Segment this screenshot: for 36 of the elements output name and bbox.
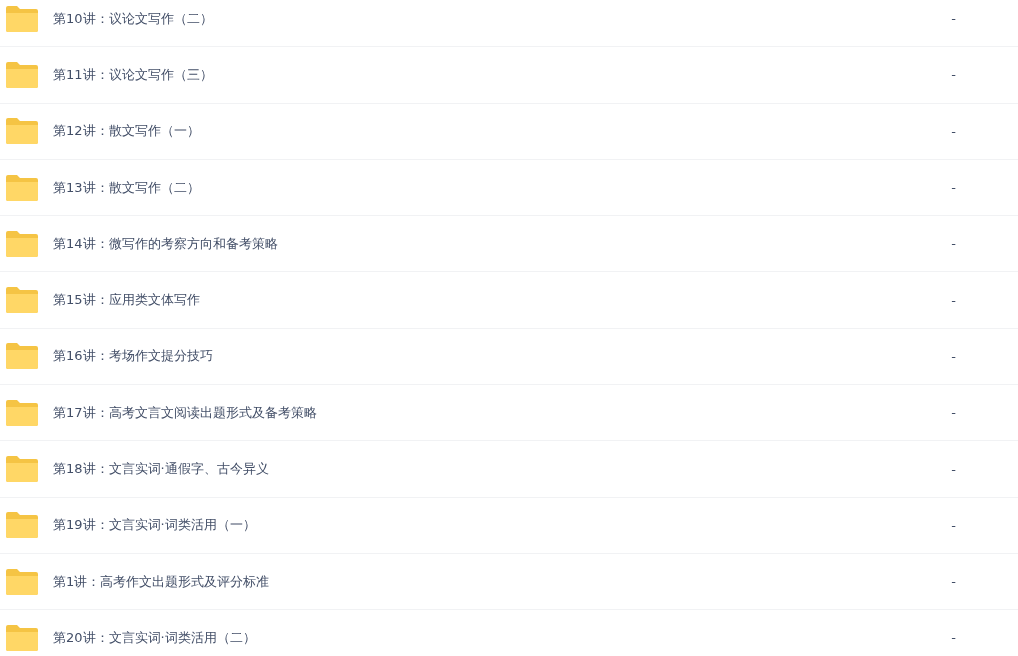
folder-icon [6,61,38,88]
folder-name[interactable]: 第13讲：散文写作（二） [53,178,200,197]
folder-icon [6,287,38,314]
folder-icon [6,5,38,32]
file-size: - [951,180,956,196]
folder-icon [6,174,38,201]
folder-icon [6,456,38,482]
folder-name[interactable]: 第11讲：议论文写作（三） [53,65,213,84]
file-size: - [951,11,956,27]
folder-icon [6,399,38,426]
file-size: - [951,236,956,252]
folder-name[interactable]: 第16讲：考场作文提分技巧 [53,347,213,366]
file-size: - [951,123,956,139]
folder-icon [6,230,38,257]
file-size: - [951,292,956,308]
file-size: - [951,574,956,590]
folder-name[interactable]: 第1讲：高考作文出题形式及评分标准 [53,572,270,591]
folder-icon [6,512,38,539]
folder-name[interactable]: 第19讲：文言实词·词类活用（一） [53,516,256,535]
file-size: - [951,348,956,364]
folder-icon [6,624,38,651]
file-size: - [951,630,956,646]
folder-icon [6,343,38,370]
file-size: - [951,405,956,421]
folder-icon [6,568,38,595]
folder-name[interactable]: 第15讲：应用类文体写作 [53,291,200,310]
file-size: - [951,67,956,83]
folder-name[interactable]: 第12讲：散文写作（一） [53,122,200,141]
folder-name[interactable]: 第20讲：文言实词·词类活用（二） [53,628,256,647]
file-size: - [951,517,956,533]
folder-name[interactable]: 第10讲：议论文写作（二） [53,9,213,28]
file-size: - [951,461,956,477]
folder-name[interactable]: 第18讲：文言实词·通假字、古今异义 [53,460,269,478]
folder-name[interactable]: 第14讲：微写作的考察方向和备考策略 [53,234,278,253]
folder-icon [6,118,38,145]
folder-name[interactable]: 第17讲：高考文言文阅读出题形式及备考策略 [53,403,317,422]
